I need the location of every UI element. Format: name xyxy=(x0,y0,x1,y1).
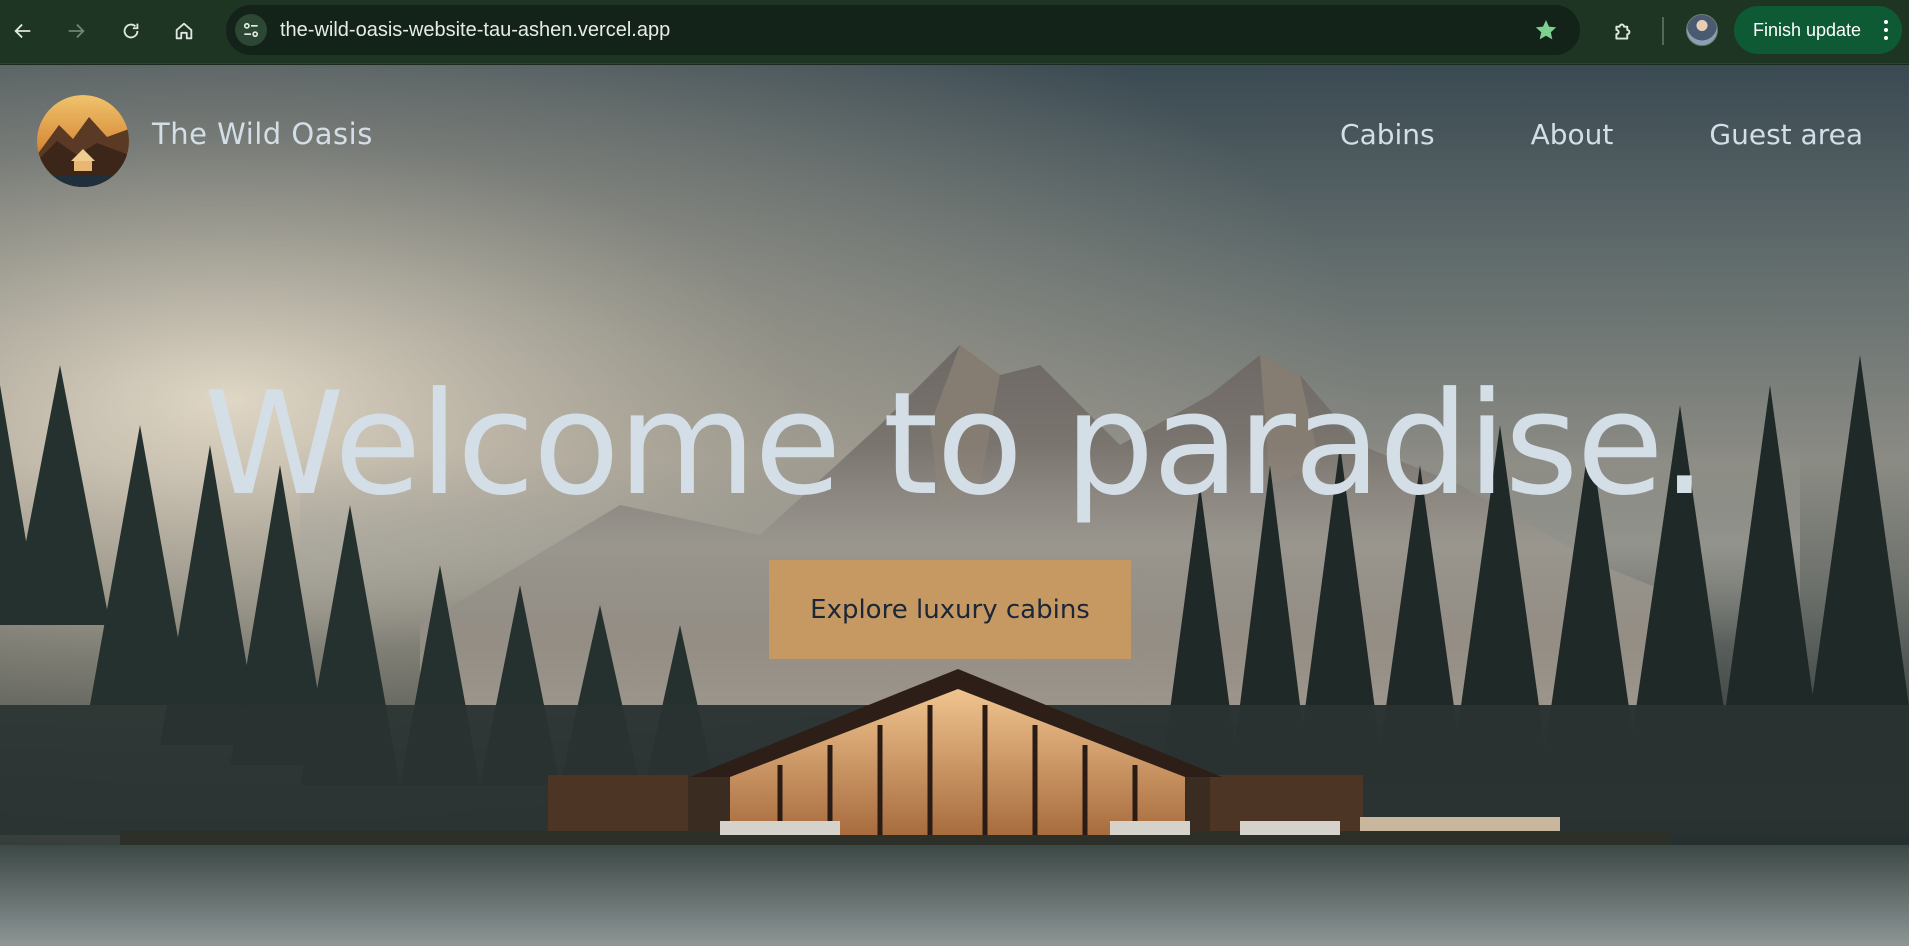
site-info-button[interactable] xyxy=(235,14,267,46)
url-text[interactable]: the-wild-oasis-website-tau-ashen.vercel.… xyxy=(280,5,670,55)
extensions-button[interactable] xyxy=(1606,13,1642,49)
arrow-left-icon xyxy=(14,23,31,39)
puzzle-icon xyxy=(1615,23,1631,40)
hero-heading: Welcome to paradise. xyxy=(204,362,1707,527)
arrow-right-icon xyxy=(68,23,85,39)
home-icon xyxy=(175,22,193,40)
kebab-icon[interactable] xyxy=(1884,20,1888,40)
site-header: The Wild Oasis Cabins About Guest area xyxy=(0,65,1909,215)
logo[interactable] xyxy=(37,95,129,187)
site-title[interactable]: The Wild Oasis xyxy=(152,117,373,151)
finish-update-button[interactable]: Finish update xyxy=(1734,6,1902,54)
home-button[interactable] xyxy=(165,12,203,50)
explore-cabins-button[interactable]: Explore luxury cabins xyxy=(769,560,1131,659)
reload-button[interactable] xyxy=(112,12,150,50)
profile-avatar[interactable] xyxy=(1686,14,1718,46)
back-button[interactable] xyxy=(4,12,42,50)
reload-icon xyxy=(123,23,139,39)
logo-image xyxy=(37,95,129,187)
finish-update-label: Finish update xyxy=(1753,19,1862,40)
nav-guest-area[interactable]: Guest area xyxy=(1709,118,1863,151)
hero-section: The Wild Oasis Cabins About Guest area W… xyxy=(0,65,1909,946)
browser-toolbar: the-wild-oasis-website-tau-ashen.vercel.… xyxy=(0,0,1909,64)
nav-about[interactable]: About xyxy=(1531,118,1614,151)
star-icon[interactable] xyxy=(1534,18,1558,42)
nav-cabins[interactable]: Cabins xyxy=(1340,118,1435,151)
main-nav: Cabins About Guest area xyxy=(1340,118,1863,151)
forward-button[interactable] xyxy=(57,12,95,50)
toolbar-divider xyxy=(1662,17,1664,45)
tune-icon xyxy=(243,22,259,38)
address-bar[interactable]: the-wild-oasis-website-tau-ashen.vercel.… xyxy=(226,5,1580,55)
